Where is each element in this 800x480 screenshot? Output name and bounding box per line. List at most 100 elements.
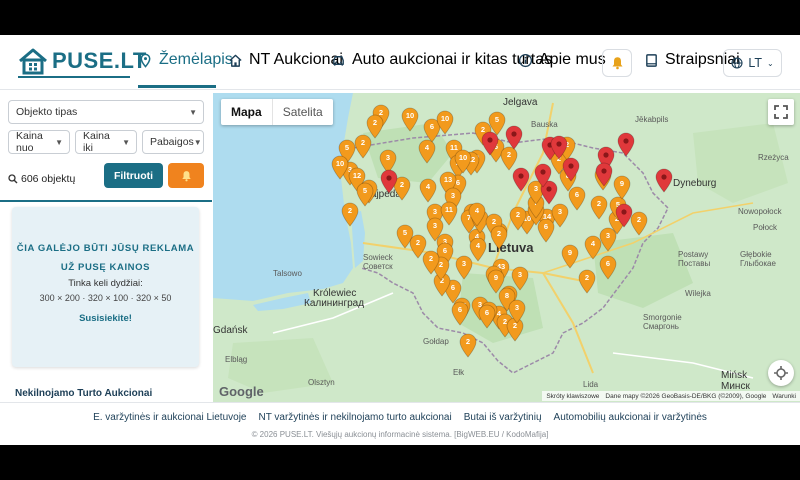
map-cluster-marker[interactable]: 3	[508, 299, 526, 324]
map-cluster-marker[interactable]: 2	[578, 269, 596, 294]
map-cluster-marker[interactable]: 6	[478, 304, 496, 329]
ends-select[interactable]: Pabaigos ▼	[142, 130, 204, 154]
fullscreen-button[interactable]	[768, 99, 794, 125]
map-cluster-marker[interactable]: 2	[341, 202, 359, 227]
cluster-count: 11	[445, 205, 453, 214]
results-count: 606 objektų	[8, 173, 75, 185]
logo-text: PUSE.LT	[52, 48, 147, 73]
map-type-satellite-button[interactable]: Satelita	[271, 99, 333, 125]
cluster-count: 4	[474, 206, 480, 215]
filter-button[interactable]: Filtruoti	[104, 163, 163, 188]
map-type-map-button[interactable]: Mapa	[221, 99, 272, 125]
cluster-count: 4	[475, 241, 481, 250]
ad-contact-link[interactable]: Susisiekite!	[12, 313, 199, 324]
map-cluster-marker[interactable]: 6	[568, 186, 586, 211]
map-cluster-marker[interactable]: 2	[490, 225, 508, 250]
cluster-count: 5	[494, 115, 500, 124]
cluster-count: 2	[596, 199, 602, 208]
map-cluster-marker[interactable]: 6	[599, 255, 617, 280]
cluster-count: 3	[517, 270, 523, 279]
map-marker[interactable]	[534, 163, 552, 188]
map-marker[interactable]	[617, 132, 635, 157]
cluster-count: 3	[450, 191, 456, 200]
map-marker[interactable]	[615, 203, 633, 228]
map-label-town: Smorgonie	[643, 313, 682, 322]
language-selector[interactable]: LT ⌄	[723, 49, 782, 77]
chevron-down-icon: ⌄	[766, 58, 774, 68]
map-label-town: Postawy	[678, 250, 709, 259]
map-cluster-marker[interactable]: 2	[366, 114, 384, 139]
map-cluster-marker[interactable]: 4	[469, 237, 487, 262]
map-cluster-marker[interactable]: 10	[436, 110, 454, 135]
chevron-down-icon: ▼	[122, 137, 130, 147]
chevron-down-icon: ▼	[189, 107, 197, 117]
map-label-town: Поставы	[678, 259, 711, 268]
nav-apie-mus[interactable]: Apie mus	[518, 51, 606, 69]
ad-banner[interactable]: ČIA GALĖJO BŪTI JŪSŲ REKLAMA UŽ PUSĘ KAI…	[12, 207, 199, 367]
map-cluster-marker[interactable]: 10	[454, 149, 472, 174]
sidebar-divider	[0, 200, 212, 202]
map-type-control: Mapa Satelita	[221, 99, 333, 125]
cluster-count: 2	[347, 206, 353, 215]
map-cluster-marker[interactable]: 10	[401, 107, 419, 132]
map-cluster-marker[interactable]: 9	[561, 244, 579, 269]
count-text: 606 objektų	[21, 173, 76, 185]
logo-underline	[18, 76, 130, 78]
footer-link[interactable]: E. varžytinės ir aukcionai Lietuvoje	[93, 412, 246, 423]
location-button[interactable]	[768, 360, 794, 386]
map-cluster-marker[interactable]: 9	[613, 175, 631, 200]
map-marker[interactable]	[562, 157, 580, 182]
map-marker[interactable]	[655, 168, 673, 193]
map-label-town: Wilejka	[685, 289, 711, 298]
map-pin-icon	[562, 157, 580, 182]
auction-map[interactable]: Lietuva Kłajpeda Jelgava Dyneburg Калини…	[213, 93, 800, 402]
map-cluster-marker[interactable]: 10	[331, 155, 349, 180]
map-marker[interactable]	[380, 169, 398, 194]
map-cluster-marker[interactable]: 4	[418, 139, 436, 164]
alert-button[interactable]	[168, 163, 204, 188]
map-cluster-marker[interactable]: 2	[459, 333, 477, 358]
map-label-city: Jelgava	[503, 97, 538, 108]
map-marker[interactable]	[512, 167, 530, 192]
map-cluster-marker[interactable]: 3	[426, 217, 444, 242]
price-to-select[interactable]: Kaina iki ▼	[75, 130, 137, 154]
map-pin-icon	[595, 162, 613, 187]
cluster-count: 3	[385, 153, 391, 162]
object-type-select[interactable]: Objekto tipas ▼	[8, 100, 204, 124]
footer-link[interactable]: NT varžytinės ir nekilnojamo turto aukci…	[258, 412, 451, 423]
map-cluster-marker[interactable]: 6	[451, 301, 469, 326]
site-logo[interactable]: PUSE.LT	[18, 45, 147, 78]
map-label-city: Калининград	[304, 298, 365, 309]
map-marker[interactable]	[481, 131, 499, 156]
footer-link[interactable]: Butai iš varžytinių	[464, 412, 542, 423]
footer-link[interactable]: Automobilių aukcionai ir varžytinės	[554, 412, 707, 423]
map-marker[interactable]	[595, 162, 613, 187]
map-label-town: Bauska	[531, 120, 558, 129]
nav-label: NT Aukcionai	[249, 51, 343, 68]
map-cluster-marker[interactable]: 2	[422, 250, 440, 275]
notifications-button[interactable]	[602, 49, 632, 77]
map-marker[interactable]	[550, 135, 568, 160]
bell-icon	[181, 170, 191, 181]
map-label-town: Talsowo	[273, 269, 302, 278]
attrib-terms-link[interactable]: Warunki	[772, 393, 796, 400]
map-cluster-marker[interactable]: 4	[468, 202, 486, 227]
map-label-town: Смаргонь	[643, 322, 679, 331]
lang-label: LT	[748, 56, 762, 70]
map-label-town: Gołdap	[423, 337, 449, 346]
map-label-city: Dyneburg	[673, 178, 717, 189]
cluster-count: 3	[557, 207, 563, 216]
site-footer: E. varžytinės ir aukcionai Lietuvoje NT …	[0, 402, 800, 445]
map-cluster-marker[interactable]: 2	[590, 195, 608, 220]
cluster-count: 9	[567, 248, 573, 257]
price-from-select[interactable]: Kaina nuo ▼	[8, 130, 70, 154]
map-cluster-marker[interactable]: 4	[419, 178, 437, 203]
map-marker[interactable]	[505, 125, 523, 150]
map-label-city: Królewiec	[313, 288, 357, 299]
map-cluster-marker[interactable]: 2	[509, 206, 527, 231]
nav-zemelapis[interactable]: Žemėlapis	[138, 51, 233, 69]
cluster-count: 2	[465, 337, 471, 346]
attrib-shortcuts-link[interactable]: Skróty klawiszowe	[546, 393, 599, 400]
book-icon	[646, 53, 657, 67]
nav-nt-aukcionai[interactable]: NT Aukcionai	[228, 51, 343, 69]
